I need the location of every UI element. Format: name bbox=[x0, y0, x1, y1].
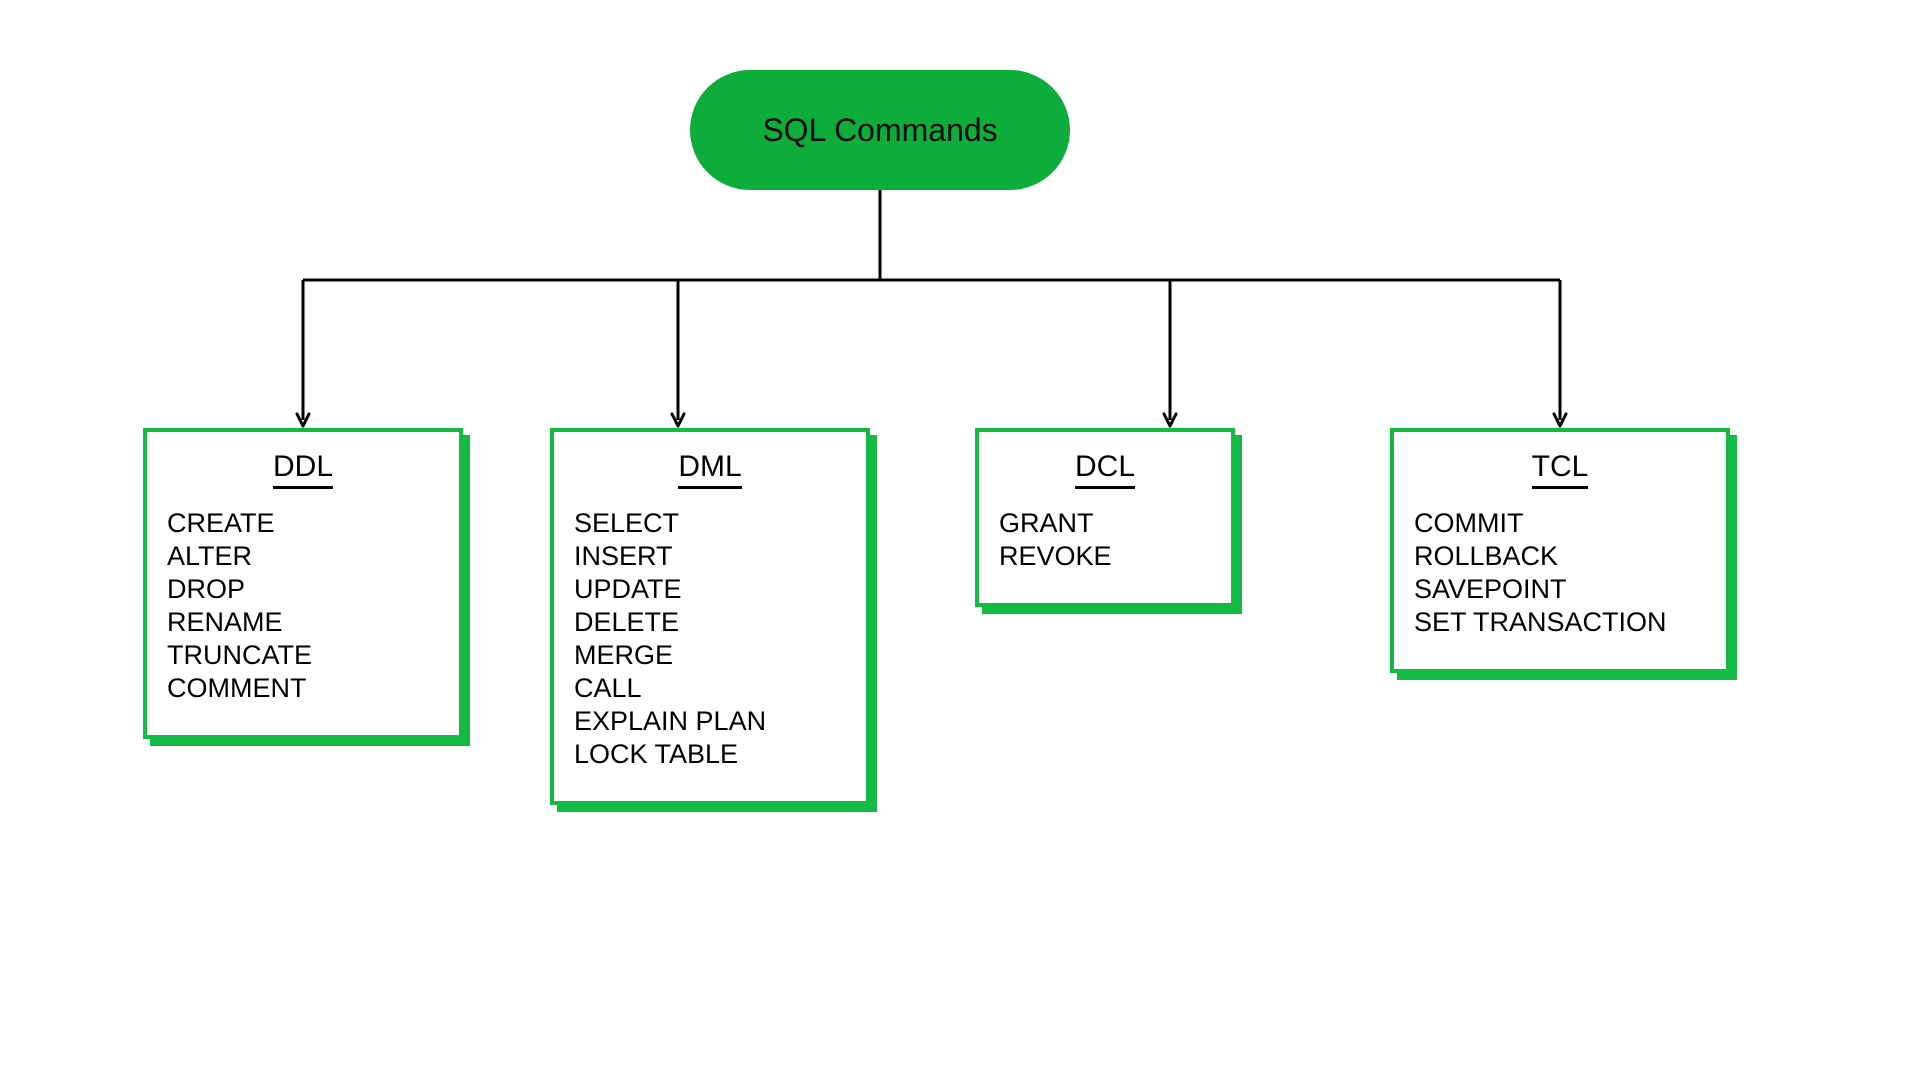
category-title-ddl: DDL bbox=[273, 450, 333, 489]
items-dml: SELECT INSERT UPDATE DELETE MERGE CALL E… bbox=[574, 507, 846, 771]
category-title-dcl: DCL bbox=[1075, 450, 1135, 489]
list-item: CREATE bbox=[167, 507, 439, 540]
root-label: SQL Commands bbox=[762, 112, 997, 149]
list-item: DROP bbox=[167, 573, 439, 606]
category-box-tcl: TCL COMMIT ROLLBACK SAVEPOINT SET TRANSA… bbox=[1390, 428, 1730, 673]
category-box-dcl: DCL GRANT REVOKE bbox=[975, 428, 1235, 607]
list-item: REVOKE bbox=[999, 540, 1211, 573]
list-item: SET TRANSACTION bbox=[1414, 606, 1706, 639]
list-item: RENAME bbox=[167, 606, 439, 639]
list-item: SELECT bbox=[574, 507, 846, 540]
list-item: SAVEPOINT bbox=[1414, 573, 1706, 606]
sql-commands-diagram: SQL Commands DDL CREATE ALTER DROP RENAM… bbox=[0, 0, 1920, 1080]
list-item: GRANT bbox=[999, 507, 1211, 540]
category-title-dml: DML bbox=[678, 450, 741, 489]
list-item: TRUNCATE bbox=[167, 639, 439, 672]
list-item: LOCK TABLE bbox=[574, 738, 846, 771]
list-item: EXPLAIN PLAN bbox=[574, 705, 846, 738]
items-tcl: COMMIT ROLLBACK SAVEPOINT SET TRANSACTIO… bbox=[1414, 507, 1706, 639]
category-box-dml: DML SELECT INSERT UPDATE DELETE MERGE CA… bbox=[550, 428, 870, 805]
items-dcl: GRANT REVOKE bbox=[999, 507, 1211, 573]
items-ddl: CREATE ALTER DROP RENAME TRUNCATE COMMEN… bbox=[167, 507, 439, 705]
list-item: DELETE bbox=[574, 606, 846, 639]
list-item: ROLLBACK bbox=[1414, 540, 1706, 573]
list-item: MERGE bbox=[574, 639, 846, 672]
category-box-ddl: DDL CREATE ALTER DROP RENAME TRUNCATE CO… bbox=[143, 428, 463, 739]
root-node: SQL Commands bbox=[690, 70, 1070, 190]
list-item: CALL bbox=[574, 672, 846, 705]
category-title-tcl: TCL bbox=[1532, 450, 1589, 489]
list-item: ALTER bbox=[167, 540, 439, 573]
list-item: INSERT bbox=[574, 540, 846, 573]
list-item: COMMENT bbox=[167, 672, 439, 705]
list-item: COMMIT bbox=[1414, 507, 1706, 540]
list-item: UPDATE bbox=[574, 573, 846, 606]
